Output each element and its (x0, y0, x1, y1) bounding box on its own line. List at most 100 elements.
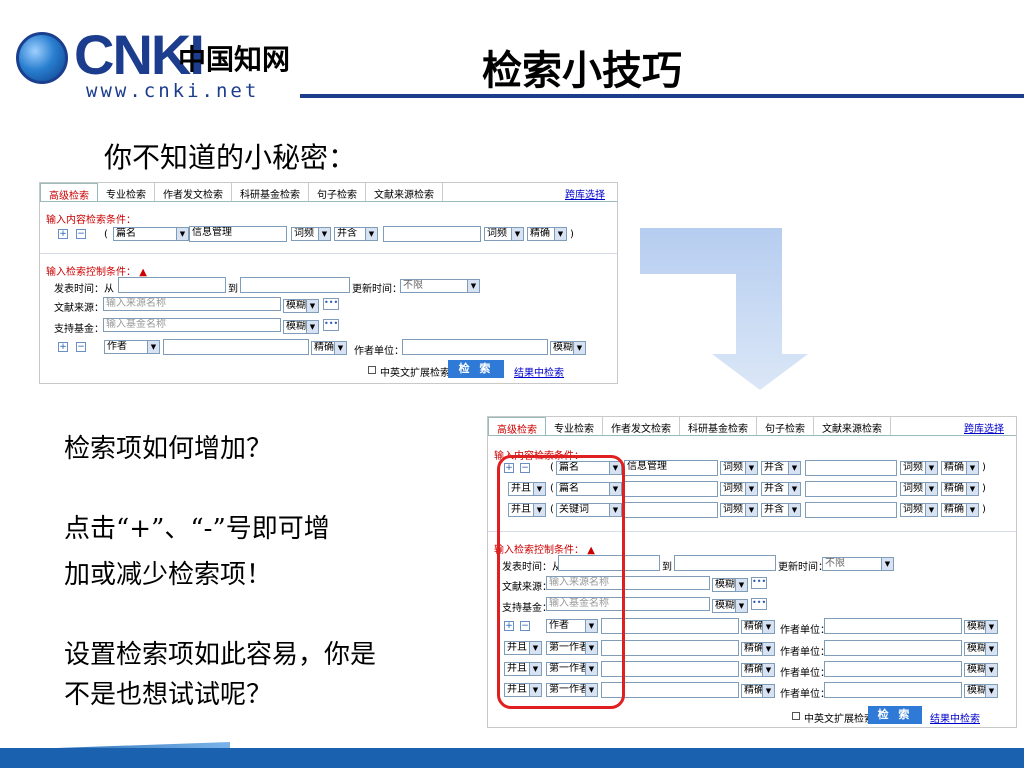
date-from-input[interactable] (118, 277, 226, 293)
search-input-2[interactable] (805, 481, 897, 497)
search-input[interactable]: 信息管理 (624, 460, 718, 476)
match-select[interactable]: 精确 ▼ (941, 461, 979, 475)
tab-source[interactable]: 文献来源检索 (366, 183, 443, 201)
tab-advanced[interactable]: 高级检索 (40, 183, 98, 202)
result-search-link[interactable]: 结果中检索 (514, 364, 564, 379)
plus-icon[interactable]: + (58, 342, 68, 352)
search-input-2[interactable] (805, 460, 897, 476)
from-text: 从 (104, 284, 114, 295)
more-icon[interactable]: ••• (751, 577, 767, 589)
date-to-input[interactable] (240, 277, 350, 293)
author-select[interactable]: 作者 ▼ (104, 340, 160, 354)
cross-lang-checkbox[interactable] (792, 712, 800, 720)
source-match-select[interactable]: 模糊 ▼ (283, 299, 319, 313)
more-icon[interactable]: ••• (323, 298, 339, 310)
tab-source[interactable]: 文献来源检索 (814, 417, 891, 435)
highlight-box (497, 455, 625, 709)
search-input[interactable]: 信息管理 (189, 226, 287, 242)
unit-match-value: 模糊 (967, 643, 987, 654)
search-input[interactable] (624, 481, 718, 497)
freq-select[interactable]: 词频 ▼ (720, 503, 758, 517)
tab-advanced[interactable]: 高级检索 (488, 417, 546, 436)
tab-fund[interactable]: 科研基金检索 (680, 417, 757, 435)
freq-select[interactable]: 词频 ▼ (291, 227, 331, 241)
fund-match-select[interactable]: 模糊 ▼ (712, 599, 748, 613)
fund-match-select[interactable]: 模糊 ▼ (283, 320, 319, 334)
author-input[interactable] (163, 339, 309, 355)
author-unit-input[interactable] (824, 682, 962, 698)
unit-match-select[interactable]: 模糊 ▼ (964, 642, 998, 656)
tab-professional[interactable]: 专业检索 (546, 417, 603, 435)
tab-professional[interactable]: 专业检索 (98, 183, 155, 201)
freq-select-2[interactable]: 词频 ▼ (900, 482, 938, 496)
source-match-value: 模糊 (286, 300, 306, 311)
tab-author[interactable]: 作者发文检索 (155, 183, 232, 201)
search-button[interactable]: 检 索 (868, 706, 922, 724)
author-match-select[interactable]: 精确 ▼ (741, 620, 775, 634)
lib-select-link[interactable]: 跨库选择 (565, 186, 605, 201)
author-match-select[interactable]: 精确 ▼ (741, 663, 775, 677)
unit-match-select[interactable]: 模糊 ▼ (964, 663, 998, 677)
update-time-select[interactable]: 不限 ▼ (400, 279, 480, 293)
search-input-2[interactable] (383, 226, 481, 242)
chevron-down-icon: ▼ (881, 558, 893, 570)
plus-icon[interactable]: + (58, 229, 68, 239)
chevron-down-icon: ▼ (925, 462, 937, 474)
chevron-down-icon: ▼ (554, 228, 566, 240)
source-match-select[interactable]: 模糊 ▼ (712, 578, 748, 592)
arrow-down-right-icon (640, 228, 808, 390)
more-icon[interactable]: ••• (751, 598, 767, 610)
lib-select-link[interactable]: 跨库选择 (964, 420, 1004, 435)
freq-select-2-value: 词频 (903, 483, 923, 494)
tab-author[interactable]: 作者发文检索 (603, 417, 680, 435)
result-search-link[interactable]: 结果中检索 (930, 710, 980, 725)
relation-select[interactable]: 并含 ▼ (761, 503, 801, 517)
update-time-select[interactable]: 不限 ▼ (822, 557, 894, 571)
freq-select-2[interactable]: 词频 ▼ (900, 503, 938, 517)
tab-fund[interactable]: 科研基金检索 (232, 183, 309, 201)
more-icon[interactable]: ••• (323, 319, 339, 331)
author-select-value: 作者 (107, 341, 127, 352)
chevron-down-icon: ▼ (925, 504, 937, 516)
field-select[interactable]: 篇名 ▼ (113, 227, 189, 241)
tab-sentence[interactable]: 句子检索 (757, 417, 814, 435)
search-input[interactable] (624, 502, 718, 518)
chevron-down-icon: ▼ (985, 664, 997, 676)
author-match-value: 精确 (744, 643, 764, 654)
unit-match-select[interactable]: 模糊 ▼ (550, 341, 586, 355)
freq-select-2-value: 词频 (487, 228, 507, 239)
search-panel-simple: 高级检索 专业检索 作者发文检索 科研基金检索 句子检索 文献来源检索 跨库选择… (39, 182, 618, 384)
freq-select-2[interactable]: 词频 ▼ (900, 461, 938, 475)
fund-input[interactable]: 输入基金名称 (103, 318, 281, 332)
cross-lang-checkbox[interactable] (368, 366, 376, 374)
source-input[interactable]: 输入来源名称 (103, 297, 281, 311)
match-select-value: 精确 (944, 462, 964, 473)
unit-match-select[interactable]: 模糊 ▼ (964, 620, 998, 634)
unit-match-value: 模糊 (967, 664, 987, 675)
match-select[interactable]: 精确 ▼ (941, 482, 979, 496)
relation-select[interactable]: 并含 ▼ (761, 461, 801, 475)
author-match-select[interactable]: 精确 ▼ (741, 684, 775, 698)
date-to-input[interactable] (674, 555, 776, 571)
author-match-select[interactable]: 精确 ▼ (311, 341, 347, 355)
tab-sentence[interactable]: 句子检索 (309, 183, 366, 201)
freq-select[interactable]: 词频 ▼ (720, 482, 758, 496)
relation-select[interactable]: 并含 ▼ (334, 227, 378, 241)
unit-match-select[interactable]: 模糊 ▼ (964, 684, 998, 698)
search-button[interactable]: 检 索 (448, 360, 504, 378)
freq-select-2[interactable]: 词频 ▼ (484, 227, 524, 241)
minus-icon[interactable]: − (76, 342, 86, 352)
search-input-2[interactable] (805, 502, 897, 518)
logo-url: www.cnki.net (86, 80, 260, 102)
author-unit-input[interactable] (824, 640, 962, 656)
match-select[interactable]: 精确 ▼ (941, 503, 979, 517)
freq-select[interactable]: 词频 ▼ (720, 461, 758, 475)
match-select[interactable]: 精确 ▼ (527, 227, 567, 241)
author-unit-input[interactable] (402, 339, 548, 355)
author-unit-input[interactable] (824, 618, 962, 634)
minus-icon[interactable]: − (76, 229, 86, 239)
chevron-down-icon: ▼ (306, 321, 318, 333)
author-match-select[interactable]: 精确 ▼ (741, 642, 775, 656)
author-unit-input[interactable] (824, 661, 962, 677)
relation-select[interactable]: 并含 ▼ (761, 482, 801, 496)
